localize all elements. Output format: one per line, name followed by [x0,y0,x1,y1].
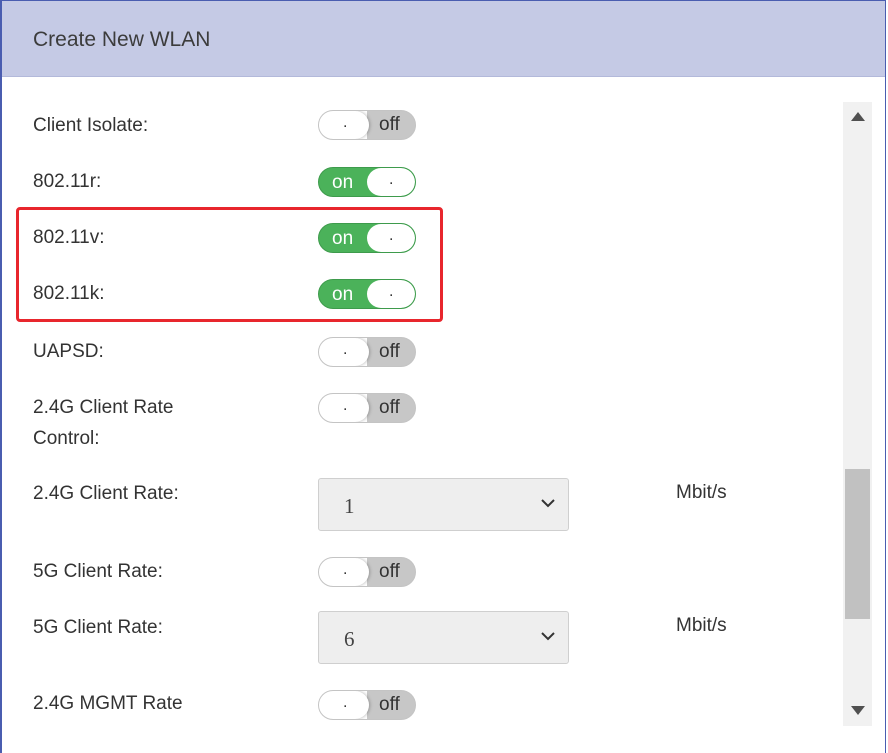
client-rate-control-24g-label-line1: 2.4G Client Rate [33,397,174,418]
toggle-state-text: off [379,341,400,362]
scrollbar-thumb[interactable] [845,469,870,619]
scroll-down-arrow-icon[interactable] [851,706,865,715]
toggle-knob: . [319,691,369,719]
select-value: 6 [344,627,355,651]
vertical-scrollbar[interactable] [843,102,872,726]
client-rate-5g-toggle[interactable]: . off [318,557,416,587]
802-11v-label: 802.11v: [33,227,105,248]
toggle-knob: . [319,338,369,366]
dialog-body: Client Isolate: . off 802.11r: on . 802.… [2,77,885,753]
toggle-state-text: off [379,561,400,582]
toggle-knob-text: . [343,694,348,711]
802-11k-label: 802.11k: [33,283,105,304]
toggle-knob-text: . [389,171,394,188]
chevron-down-icon [541,632,555,641]
toggle-knob: . [367,224,415,252]
scroll-up-arrow-icon[interactable] [851,112,865,121]
client-rate-control-24g-label-line2: Control: [33,428,100,449]
toggle-knob-text: . [343,114,348,131]
toggle-knob-text: . [343,561,348,578]
toggle-knob-text: . [343,341,348,358]
toggle-state-text: on [332,172,354,193]
dialog-title: Create New WLAN [33,28,211,51]
client-rate-control-24g-toggle[interactable]: . off [318,393,416,423]
toggle-state-text: off [379,694,400,715]
toggle-knob-text: . [389,227,394,244]
toggle-state-text: on [332,228,354,249]
toggle-knob: . [319,394,369,422]
uapsd-toggle[interactable]: . off [318,337,416,367]
uapsd-label: UAPSD: [33,341,104,362]
802-11k-toggle[interactable]: on . [318,279,416,309]
mgmt-rate-24g-label: 2.4G MGMT Rate [33,693,183,714]
dialog-header: Create New WLAN [2,1,885,77]
client-isolate-label: Client Isolate: [33,115,149,136]
create-wlan-dialog: Create New WLAN Client Isolate: . off 80… [0,0,886,753]
toggle-knob: . [367,280,415,308]
802-11r-toggle[interactable]: on . [318,167,416,197]
chevron-down-icon [541,499,555,508]
client-rate-24g-label: 2.4G Client Rate: [33,483,179,504]
toggle-knob: . [319,111,369,139]
client-rate-24g-unit: Mbit/s [676,482,727,503]
toggle-state-text: on [332,284,354,305]
select-value: 1 [344,494,355,518]
802-11r-label: 802.11r: [33,171,102,192]
client-isolate-toggle[interactable]: . off [318,110,416,140]
toggle-knob: . [319,558,369,586]
toggle-knob-text: . [389,283,394,300]
toggle-state-text: off [379,114,400,135]
client-rate-5g-select[interactable]: 6 [318,611,569,664]
mgmt-rate-24g-toggle[interactable]: . off [318,690,416,720]
client-rate-5g-toggle-label: 5G Client Rate: [33,561,163,582]
client-rate-5g-unit: Mbit/s [676,615,727,636]
client-rate-5g-label: 5G Client Rate: [33,617,163,638]
toggle-knob-text: . [343,397,348,414]
toggle-state-text: off [379,397,400,418]
802-11v-toggle[interactable]: on . [318,223,416,253]
client-rate-24g-select[interactable]: 1 [318,478,569,531]
toggle-knob: . [367,168,415,196]
